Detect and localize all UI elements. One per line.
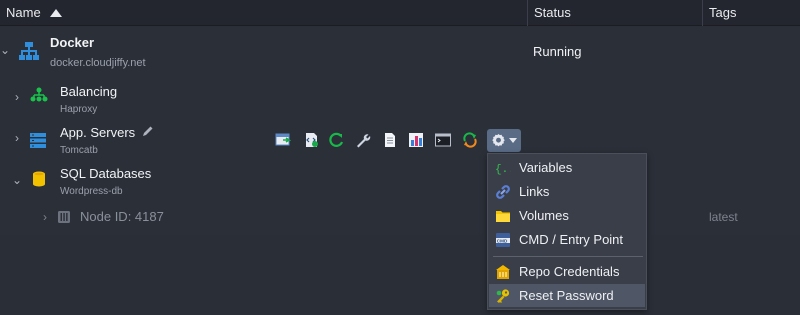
status-column-header[interactable]: Status	[528, 0, 703, 26]
expand-chevron-icon[interactable]: ›	[12, 131, 22, 145]
wrench-icon	[357, 134, 371, 148]
status-column-label: Status	[534, 5, 571, 20]
log-button[interactable]	[379, 128, 401, 152]
node-name[interactable]: App. Servers	[60, 125, 135, 140]
node-name[interactable]: Balancing	[60, 84, 117, 99]
menu-item-label: CMD / Entry Point	[519, 232, 624, 247]
node-type: Tomcatb	[60, 145, 98, 156]
environment-status: Running	[533, 44, 582, 59]
container-icon	[58, 211, 70, 223]
tags-column-header[interactable]: Tags	[703, 0, 800, 26]
rename-pencil-icon[interactable]	[142, 125, 154, 137]
expand-chevron-icon[interactable]: ›	[40, 210, 50, 224]
menu-item-links[interactable]: Links	[489, 180, 645, 203]
expand-chevron-icon[interactable]: ›	[12, 90, 22, 104]
collapse-chevron-icon[interactable]: ⌄	[0, 43, 10, 57]
node-instance-row[interactable]: › Node ID: 4187 latest	[0, 202, 800, 232]
statistics-icon	[409, 133, 423, 147]
cmd-icon: CMD	[496, 233, 510, 247]
log-icon	[385, 133, 395, 147]
environment-name[interactable]: Docker	[50, 35, 94, 50]
menu-item-label: Reset Password	[519, 288, 614, 303]
config-button[interactable]	[300, 128, 322, 152]
menu-item-variables[interactable]: {..} Variables	[489, 156, 645, 179]
tags-column-label: Tags	[709, 5, 737, 20]
menu-item-reset-password[interactable]: Reset Password	[489, 284, 645, 307]
repo-credentials-icon	[496, 265, 510, 279]
environment-topology-icon	[19, 42, 39, 60]
grid-header: Name Status Tags	[0, 0, 800, 26]
link-icon	[496, 185, 510, 199]
menu-item-label: Variables	[519, 160, 573, 175]
menu-separator	[493, 256, 643, 257]
svg-text:CMD: CMD	[497, 238, 508, 243]
restart-button[interactable]	[326, 128, 348, 152]
balancer-icon	[30, 87, 48, 102]
menu-item-cmd-entry-point[interactable]: CMD CMD / Entry Point	[489, 228, 645, 251]
node-name[interactable]: SQL Databases	[60, 166, 151, 181]
statistics-button[interactable]	[405, 128, 427, 152]
environment-domain[interactable]: docker.cloudjiffy.net	[50, 57, 146, 69]
gear-icon	[492, 133, 505, 147]
node-type: Wordpress-db	[60, 186, 123, 197]
menu-item-repo-credentials[interactable]: Repo Credentials	[489, 260, 645, 283]
additional-settings-button[interactable]	[487, 129, 521, 152]
node-type: Haproxy	[60, 104, 98, 115]
environment-row[interactable]: ⌄ Docker docker.cloudjiffy.net Running	[0, 27, 800, 75]
app-server-icon	[30, 133, 46, 148]
svg-text:{..}: {..}	[495, 164, 511, 176]
settings-button[interactable]	[352, 128, 374, 152]
dropdown-caret-icon	[509, 138, 517, 143]
redeploy-icon	[463, 132, 477, 148]
node-row-balancing[interactable]: › Balancing Haproxy	[0, 77, 800, 117]
database-icon	[33, 171, 45, 187]
menu-item-label: Repo Credentials	[519, 264, 620, 279]
web-ssh-button[interactable]	[432, 128, 454, 152]
variables-icon: {..}	[495, 164, 511, 176]
node-tag: latest	[709, 210, 738, 224]
sort-ascending-icon[interactable]	[50, 8, 63, 17]
settings-dropdown-menu: {..} Variables Links Volumes CMD CMD / E…	[487, 153, 647, 310]
folder-icon	[496, 211, 510, 222]
redeploy-button[interactable]	[459, 128, 481, 152]
open-in-browser-button[interactable]	[272, 128, 294, 152]
reset-password-icon	[496, 289, 510, 303]
web-ssh-icon	[435, 133, 451, 147]
menu-item-label: Links	[519, 184, 550, 199]
open-in-browser-icon	[275, 133, 291, 146]
node-id-label[interactable]: Node ID: 4187	[80, 209, 164, 224]
config-icon	[306, 133, 318, 147]
menu-item-label: Volumes	[519, 208, 569, 223]
restart-icon	[329, 132, 344, 147]
menu-item-volumes[interactable]: Volumes	[489, 204, 645, 227]
name-column-label: Name	[6, 5, 41, 20]
node-row-sql-databases[interactable]: ⌄ SQL Databases Wordpress-db	[0, 159, 800, 199]
name-column-header[interactable]: Name	[0, 0, 528, 26]
collapse-chevron-icon[interactable]: ⌄	[12, 173, 22, 187]
